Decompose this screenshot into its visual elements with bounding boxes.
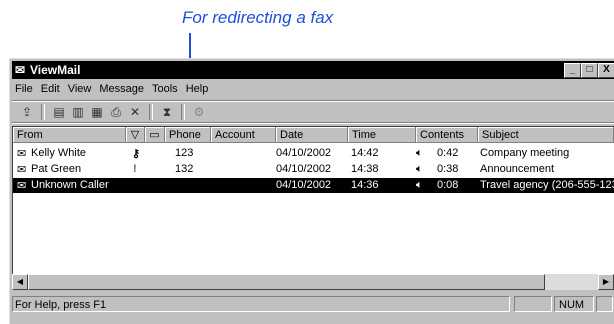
speaker-icon: 🔈︎: [416, 147, 423, 159]
column-header-date[interactable]: Date: [276, 127, 348, 143]
minimize-button[interactable]: _: [564, 63, 581, 78]
urgent-icon: !: [133, 163, 137, 175]
reply-icon[interactable]: ▤: [52, 105, 66, 119]
menu-tools[interactable]: Tools: [149, 83, 183, 95]
message-subject: Travel agency (206-555-1234): [480, 179, 614, 191]
message-row-selected[interactable]: ✉ Unknown Caller 04/10/2002 14:36 🔈︎ 0:0…: [13, 178, 614, 193]
column-header-account[interactable]: Account: [211, 127, 276, 143]
status-help-text: For Help, press F1: [12, 296, 510, 312]
column-header-contents[interactable]: Contents: [416, 127, 478, 143]
column-header-time[interactable]: Time: [348, 127, 416, 143]
message-date: 04/10/2002: [276, 163, 332, 175]
toolbar-separator: [149, 104, 153, 120]
title-bar[interactable]: ✉ ViewMail _ □ X: [12, 61, 614, 79]
scroll-left-icon[interactable]: ◀: [12, 274, 28, 290]
scroll-thumb[interactable]: [28, 274, 545, 290]
maximize-button[interactable]: □: [581, 63, 598, 78]
message-row[interactable]: ✉ Pat Green ! 132 04/10/2002 14:38 🔈︎ 0:…: [13, 162, 614, 177]
menu-view[interactable]: View: [65, 83, 97, 95]
message-date: 04/10/2002: [276, 179, 332, 191]
menu-help[interactable]: Help: [183, 83, 214, 95]
message-from: Unknown Caller: [31, 179, 109, 191]
play-message-icon[interactable]: ⧗: [160, 105, 174, 119]
viewmail-window: ✉ ViewMail _ □ X File Edit View Message …: [9, 58, 614, 324]
message-subject: Announcement: [480, 163, 554, 175]
message-duration: 0:42: [437, 147, 459, 159]
scroll-right-icon[interactable]: ▶: [598, 274, 614, 290]
toolbar-separator: [181, 104, 185, 120]
column-header-phone[interactable]: Phone: [165, 127, 211, 143]
menu-file[interactable]: File: [12, 83, 38, 95]
message-time: 14:42: [351, 147, 379, 159]
size-grip[interactable]: [596, 296, 613, 312]
toolbar: ⇪ ▤ ▥ ▦ ⎙ ✕ ⧗ ⚙: [12, 100, 614, 124]
menu-edit[interactable]: Edit: [38, 83, 65, 95]
message-time: 14:36: [351, 179, 379, 191]
print-icon[interactable]: ⎙: [109, 105, 123, 119]
reply-all-icon[interactable]: ▥: [71, 105, 85, 119]
message-duration: 0:08: [437, 179, 459, 191]
send-receive-icon[interactable]: ⇪: [20, 105, 34, 119]
window-title: ViewMail: [30, 63, 81, 77]
column-header-attachment[interactable]: ▭: [145, 127, 165, 143]
menu-message[interactable]: Message: [96, 83, 149, 95]
envelope-open-icon: ✉: [17, 180, 27, 192]
app-icon: ✉: [15, 63, 26, 77]
speaker-icon: 🔈︎: [416, 179, 423, 191]
message-phone: 132: [175, 163, 194, 175]
status-bar: For Help, press F1 NUM: [12, 294, 614, 314]
key-icon: ⚷: [132, 148, 141, 160]
close-button[interactable]: X: [598, 63, 614, 78]
horizontal-scrollbar[interactable]: ◀ ▶: [12, 274, 614, 290]
message-row[interactable]: ✉ Kelly White ⚷ 123 04/10/2002 14:42 🔈︎ …: [13, 146, 614, 161]
forward-icon[interactable]: ▦: [90, 105, 104, 119]
message-time: 14:38: [351, 163, 379, 175]
speaker-icon: 🔈︎: [416, 163, 423, 175]
redirect-fax-icon[interactable]: ⚙: [192, 105, 206, 119]
envelope-open-icon: ✉: [17, 148, 27, 160]
message-list[interactable]: From ▽ ▭ Phone Account Date Time Content…: [12, 126, 614, 275]
status-pane-empty: [514, 296, 552, 312]
flag-icon: ▽: [130, 129, 140, 141]
message-from: Pat Green: [31, 163, 82, 175]
menu-bar: File Edit View Message Tools Help: [12, 80, 614, 98]
message-phone: 123: [175, 147, 194, 159]
delete-icon[interactable]: ✕: [128, 105, 142, 119]
message-duration: 0:38: [437, 163, 459, 175]
message-subject: Company meeting: [480, 147, 570, 159]
annotation-callout: For redirecting a fax: [182, 8, 334, 27]
column-header-priority[interactable]: ▽: [126, 127, 145, 143]
message-date: 04/10/2002: [276, 147, 332, 159]
column-header-from[interactable]: From: [13, 127, 126, 143]
column-header-subject[interactable]: Subject: [478, 127, 614, 143]
status-num-indicator: NUM: [554, 296, 594, 312]
message-from: Kelly White: [31, 147, 87, 159]
folder-icon: ▭: [149, 129, 160, 141]
toolbar-separator: [41, 104, 45, 120]
envelope-closed-icon: ✉: [17, 164, 27, 176]
